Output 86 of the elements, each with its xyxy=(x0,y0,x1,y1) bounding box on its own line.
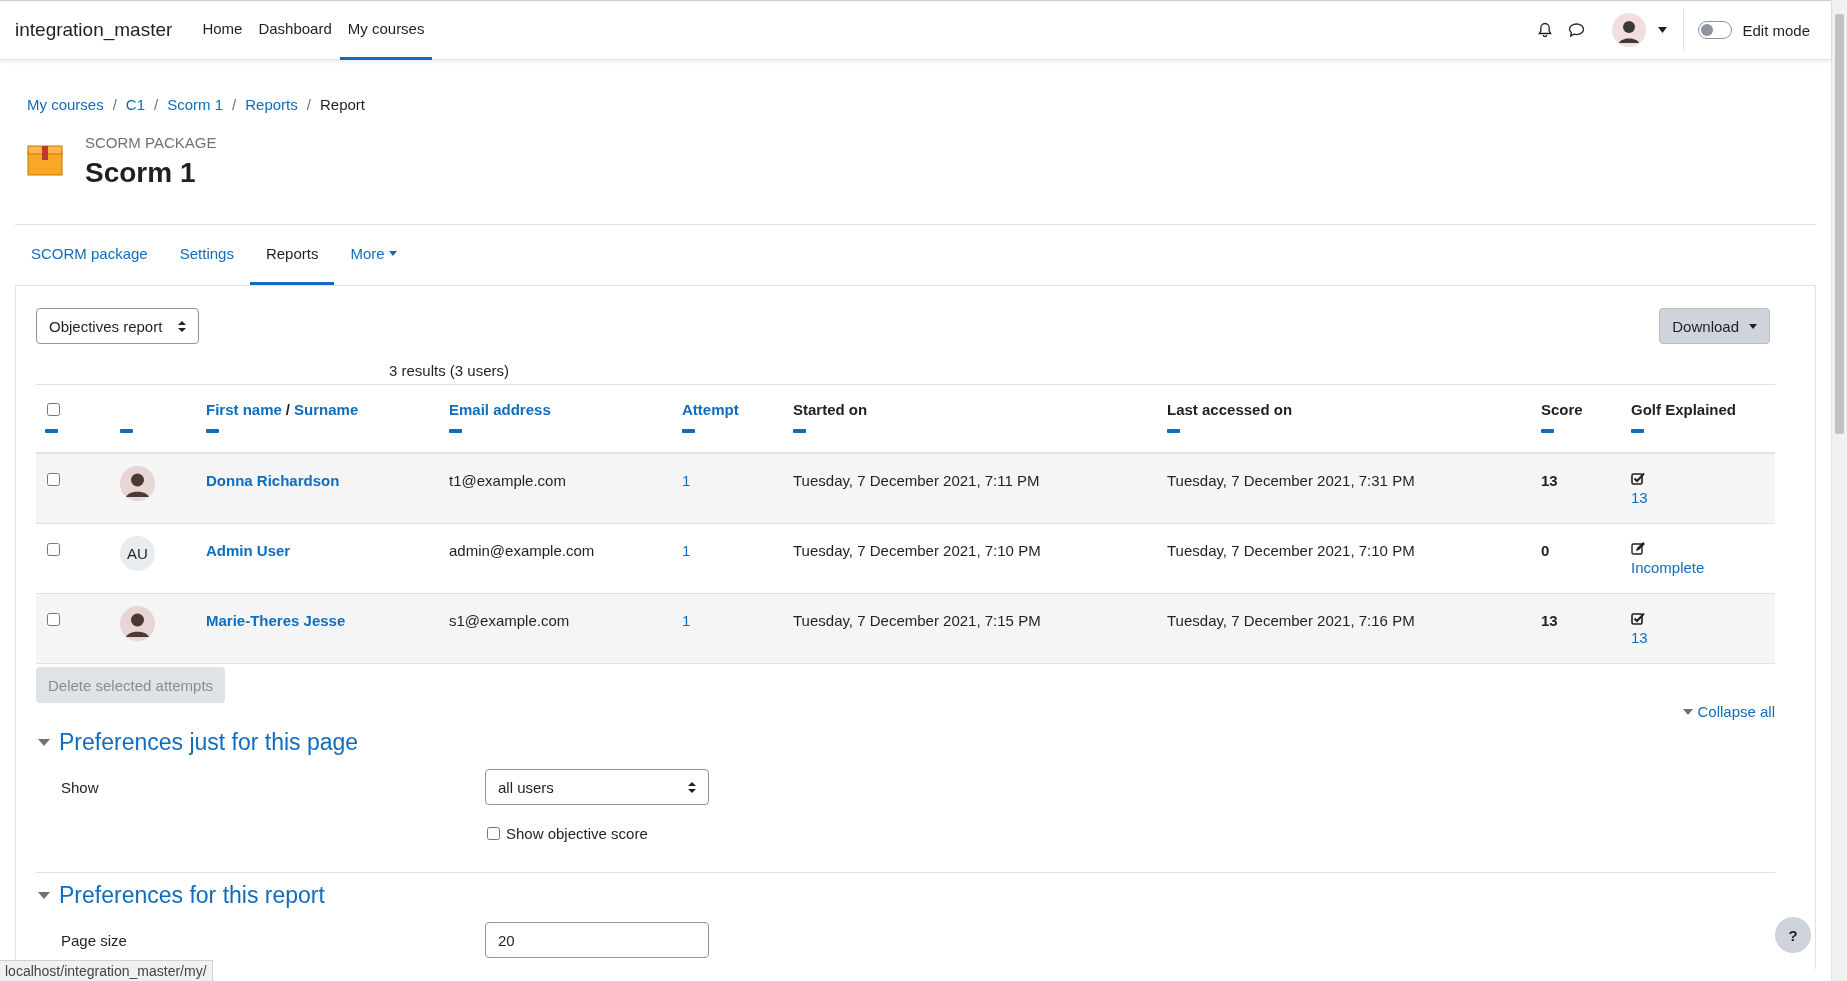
notification-bell-icon[interactable] xyxy=(1537,22,1554,38)
site-name[interactable]: integration_master xyxy=(15,19,173,41)
nav-link[interactable]: Home xyxy=(194,0,251,60)
objective-result-link[interactable]: 13 xyxy=(1631,629,1648,646)
column-sort-link[interactable]: Attempt xyxy=(682,400,739,418)
user-avatar xyxy=(120,606,155,641)
option-checkbox[interactable] xyxy=(487,826,500,840)
user-initials-avatar: AU xyxy=(120,536,155,571)
breadcrumb-link[interactable]: Reports xyxy=(245,96,298,120)
tab[interactable]: Settings xyxy=(163,225,250,285)
help-button[interactable]: ? xyxy=(1775,917,1811,953)
checked-box-icon xyxy=(1631,472,1645,485)
breadcrumb-separator: / xyxy=(112,96,117,115)
user-name-link[interactable]: Admin User xyxy=(206,542,291,559)
breadcrumb-link[interactable]: Scorm 1 xyxy=(167,96,224,120)
attempt-number-link[interactable]: 1 xyxy=(682,612,691,629)
show-users-select[interactable]: all users xyxy=(485,769,709,805)
last-accessed-cell: Tuesday, 7 December 2021, 7:31 PM xyxy=(1167,472,1415,489)
report-type-select[interactable]: Objectives report xyxy=(36,308,199,344)
caret-icon[interactable] xyxy=(1658,27,1668,33)
breadcrumb-separator: / xyxy=(154,96,159,115)
user-name-link[interactable]: Donna Richardson xyxy=(206,472,340,489)
checked-box-icon xyxy=(1631,612,1645,625)
current-page-label: Report xyxy=(319,96,365,115)
email-cell: t1@example.com xyxy=(449,472,566,489)
tab[interactable]: More xyxy=(334,225,413,285)
column-sort-link[interactable]: Email address xyxy=(449,400,551,418)
tab[interactable]: Reports xyxy=(249,225,335,285)
up-down-arrows-icon xyxy=(688,781,696,793)
started-on-cell: Tuesday, 7 December 2021, 7:11 PM xyxy=(793,472,1040,489)
tab[interactable]: SCORM package xyxy=(15,225,164,285)
download-button[interactable]: Download xyxy=(1659,308,1770,344)
row-checkbox[interactable] xyxy=(47,473,60,486)
activity-type-label: SCORM PACKAGE xyxy=(85,134,217,151)
score-cell: 0 xyxy=(1541,542,1550,559)
section-toggle-icon[interactable] xyxy=(38,891,50,899)
edit-mode-label: Edit mode xyxy=(1742,21,1810,39)
status-bar-url: localhost/integration_master/my/ xyxy=(0,960,213,981)
results-count: 3 results (3 users) xyxy=(388,361,511,381)
page-title: Scorm 1 xyxy=(85,157,197,189)
last-accessed-cell: Tuesday, 7 December 2021, 7:16 PM xyxy=(1167,612,1415,629)
user-name-link[interactable]: Marie-Theres Jesse xyxy=(206,612,346,629)
breadcrumb-separator: / xyxy=(232,96,237,115)
email-cell: s1@example.com xyxy=(449,612,570,629)
section-heading-link[interactable]: Preferences just for this page xyxy=(59,728,359,756)
breadcrumb-link[interactable]: C1 xyxy=(125,96,146,120)
field-label: Show xyxy=(61,778,99,796)
column-header: Started on xyxy=(793,400,868,418)
checkbox-label: Show objective score xyxy=(506,824,648,842)
field-label: Page size xyxy=(61,931,127,949)
section-toggle-icon[interactable] xyxy=(38,738,50,746)
column-header: Score xyxy=(1541,400,1583,418)
score-cell: 13 xyxy=(1541,612,1558,629)
caret-icon xyxy=(388,251,397,256)
collapse-all-link[interactable]: Collapse all xyxy=(1683,703,1775,720)
last-accessed-cell: Tuesday, 7 December 2021, 7:10 PM xyxy=(1167,542,1415,559)
objective-result-link[interactable]: Incomplete xyxy=(1631,559,1705,576)
started-on-cell: Tuesday, 7 December 2021, 7:10 PM xyxy=(793,542,1041,559)
up-down-arrows-icon xyxy=(178,320,186,332)
triangle-down-icon xyxy=(1683,708,1694,715)
section-heading-link[interactable]: Preferences for this report xyxy=(59,881,325,909)
row-checkbox[interactable] xyxy=(47,543,60,556)
user-avatar xyxy=(120,466,155,501)
objective-result-link[interactable]: 13 xyxy=(1631,489,1648,506)
score-cell: 13 xyxy=(1541,472,1558,489)
email-cell: admin@example.com xyxy=(449,542,595,559)
nav-link[interactable]: Dashboard xyxy=(250,0,340,60)
attempt-number-link[interactable]: 1 xyxy=(682,472,691,489)
package-box-icon xyxy=(27,144,63,176)
edit-icon xyxy=(1631,542,1645,555)
page-size-input[interactable]: 20 xyxy=(485,922,709,958)
user-avatar[interactable] xyxy=(1612,13,1647,47)
column-separator: / xyxy=(285,400,291,418)
started-on-cell: Tuesday, 7 December 2021, 7:15 PM xyxy=(793,612,1041,629)
column-sort-link[interactable]: Surname xyxy=(294,400,359,418)
attempt-number-link[interactable]: 1 xyxy=(682,542,691,559)
select-all-checkbox[interactable] xyxy=(47,402,60,416)
caret-icon xyxy=(1749,323,1757,329)
chat-bubble-icon[interactable] xyxy=(1568,22,1586,38)
column-sort-link[interactable]: First name xyxy=(206,400,282,418)
row-checkbox[interactable] xyxy=(47,613,60,626)
breadcrumb-link[interactable]: My courses xyxy=(27,96,104,120)
column-header: Golf Explained xyxy=(1631,400,1736,418)
breadcrumb-separator: / xyxy=(306,96,311,115)
column-header: Last accessed on xyxy=(1167,400,1293,418)
nav-link[interactable]: My courses xyxy=(339,0,433,60)
